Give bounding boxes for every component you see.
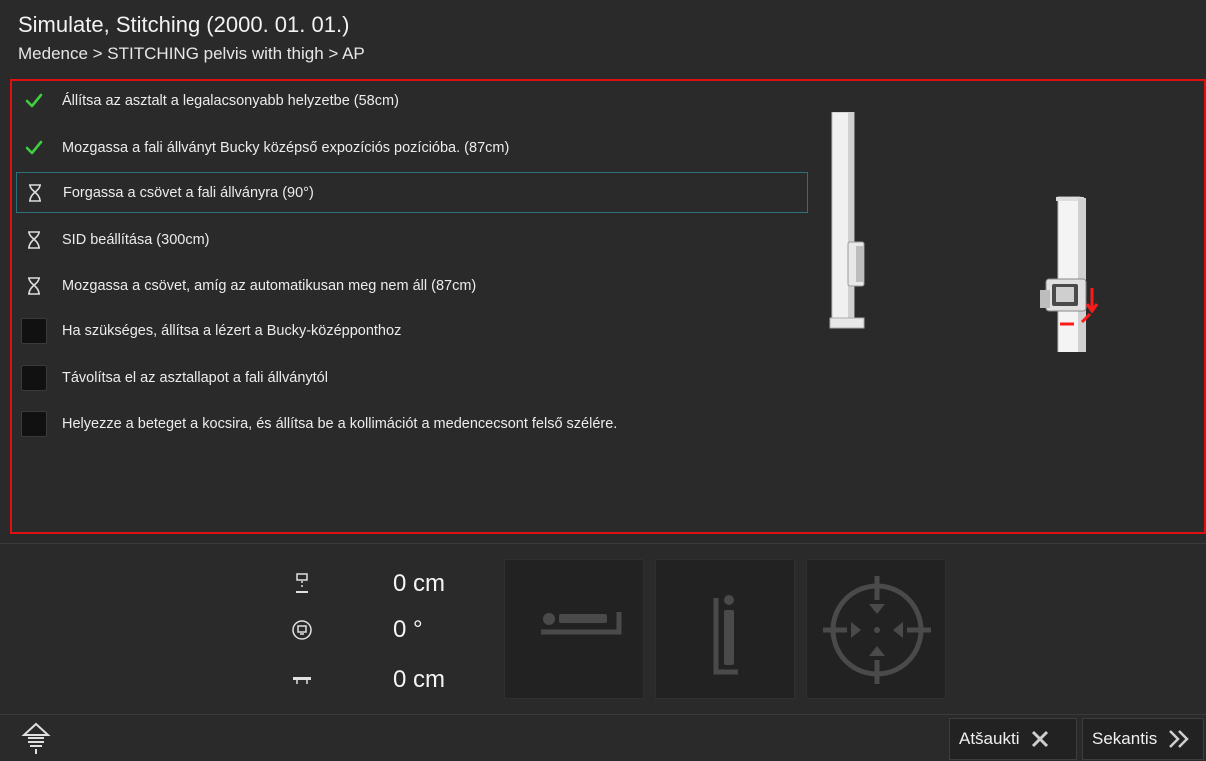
tube-height-readout: 0 cm [290,566,470,602]
patient-standing-icon [713,595,738,675]
patient-lying-button[interactable] [504,559,644,699]
center-target-button[interactable] [806,559,946,699]
divider [0,543,1206,544]
step-label: Mozgassa a csövet, amíg az automatikusan… [62,278,477,294]
next-button[interactable]: Sekantis [1082,718,1204,760]
tube-rotation-value: 0 ° [393,616,423,643]
step-label: Mozgassa a fali állványt Bucky középső e… [62,140,510,156]
step-item[interactable]: Helyezze a beteget a kocsira, és állítsa… [16,405,808,443]
checkbox[interactable] [21,411,47,437]
hourglass-icon [21,273,47,299]
double-chevron-right-icon [1167,728,1191,750]
next-label: Sekantis [1092,729,1158,748]
tube-height-value: 0 cm [393,570,446,597]
home-icon [21,722,51,754]
table-height-icon [290,668,314,692]
xray-system-illustration [829,112,1099,352]
step-item: SID beállítása (300cm) [16,221,808,259]
header: Simulate, Stitching (2000. 01. 01.) Mede… [0,0,1206,74]
wall-stand-side-icon [829,112,865,329]
page-title: Simulate, Stitching (2000. 01. 01.) [18,12,350,37]
step-label: Forgassa a csövet a fali állványra (90°) [63,184,314,201]
table-height-value: 0 cm [393,666,446,693]
check-icon [21,88,47,114]
table-height-readout: 0 cm [290,662,470,698]
center-target-icon [823,576,931,684]
cancel-button[interactable]: Atšaukti [949,718,1077,760]
home-button[interactable] [20,721,52,755]
checkbox[interactable] [21,318,47,344]
step-label: Távolítsa el az asztallapot a fali állvá… [62,370,328,386]
xray-system-icon [1040,196,1099,352]
step-item: Mozgassa a fali állványt Bucky középső e… [16,129,808,167]
step-item: Mozgassa a csövet, amíg az automatikusan… [16,267,808,305]
breadcrumb: Medence > STITCHING pelvis with thigh > … [18,44,365,63]
step-label: Állítsa az asztalt a legalacsonyabb hely… [62,93,399,109]
hourglass-icon [22,180,48,206]
patient-lying-icon [541,612,622,635]
close-icon [1029,728,1051,750]
tube-rotation-icon [290,618,314,642]
checkbox[interactable] [21,365,47,391]
step-label: Ha szükséges, állítsa a lézert a Bucky-k… [62,323,402,339]
step-label: Helyezze a beteget a kocsira, és állítsa… [62,416,618,432]
tube-rotation-readout: 0 ° [290,612,470,648]
cancel-label: Atšaukti [959,729,1020,748]
step-item[interactable]: Távolítsa el az asztallapot a fali állvá… [16,359,808,397]
hourglass-icon [21,227,47,253]
step-label: SID beállítása (300cm) [62,232,210,248]
step-item: Állítsa az asztalt a legalacsonyabb hely… [16,82,808,120]
step-item-active[interactable]: Forgassa a csövet a fali állványra (90°) [16,172,808,213]
tube-height-icon [290,572,314,596]
check-icon [21,135,47,161]
footer: Atšaukti Sekantis [0,714,1206,761]
patient-standing-button[interactable] [655,559,795,699]
step-item[interactable]: Ha szükséges, állítsa a lézert a Bucky-k… [16,312,808,350]
